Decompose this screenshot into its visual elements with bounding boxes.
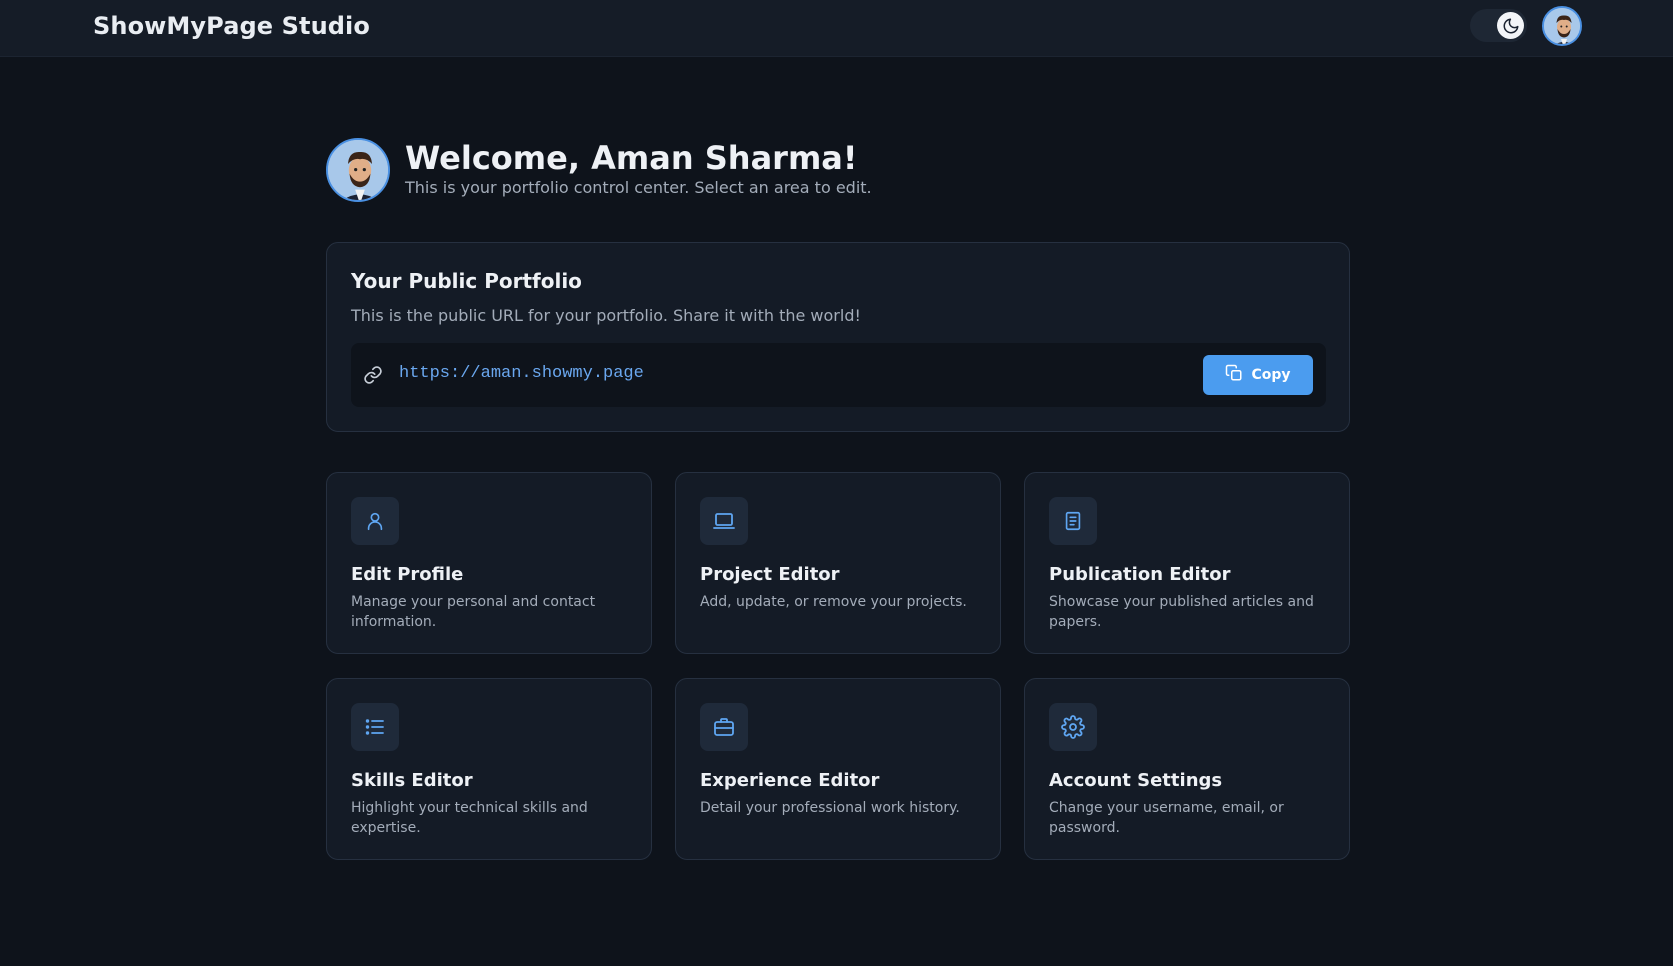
tile-description: Change your username, email, or password… [1049, 800, 1284, 836]
tile-description: Highlight your technical skills and expe… [351, 800, 588, 836]
copy-icon [1225, 364, 1243, 386]
public-portfolio-card: Your Public Portfolio This is the public… [326, 242, 1350, 432]
portfolio-description: This is the public URL for your portfoli… [351, 306, 861, 325]
tile-publication-editor[interactable]: Publication Editor Showcase your publish… [1024, 472, 1350, 654]
profile-avatar [326, 138, 390, 202]
user-avatar[interactable] [1542, 6, 1582, 46]
copy-button-label: Copy [1251, 367, 1291, 383]
brand-title[interactable]: ShowMyPage Studio [93, 12, 370, 40]
tile-description: Showcase your published articles and pap… [1049, 594, 1314, 630]
tile-title: Project Editor [700, 564, 840, 585]
tile-skills-editor[interactable]: Skills Editor Highlight your technical s… [326, 678, 652, 860]
tile-title: Experience Editor [700, 770, 880, 791]
tile-account-settings[interactable]: Account Settings Change your username, e… [1024, 678, 1350, 860]
laptop-icon [700, 497, 748, 545]
tile-title: Skills Editor [351, 770, 473, 791]
gear-icon [1049, 703, 1097, 751]
tile-experience-editor[interactable]: Experience Editor Detail your profession… [675, 678, 1001, 860]
tile-title: Account Settings [1049, 770, 1223, 791]
copy-url-button[interactable]: Copy [1203, 355, 1313, 395]
list-icon [351, 703, 399, 751]
welcome-subtitle: This is your portfolio control center. S… [405, 178, 872, 197]
tile-title: Publication Editor [1049, 564, 1231, 585]
link-icon [363, 365, 383, 385]
user-icon [351, 497, 399, 545]
top-navbar: ShowMyPage Studio [0, 0, 1673, 57]
tile-project-editor[interactable]: Project Editor Add, update, or remove yo… [675, 472, 1001, 654]
tile-description: Add, update, or remove your projects. [700, 594, 967, 610]
tile-description: Detail your professional work history. [700, 800, 960, 816]
document-icon [1049, 497, 1097, 545]
tile-description: Manage your personal and contact informa… [351, 594, 596, 630]
moon-icon [1497, 12, 1524, 39]
portfolio-url[interactable]: https://aman.showmy.page [399, 364, 644, 383]
briefcase-icon [700, 703, 748, 751]
tile-title: Edit Profile [351, 564, 464, 585]
welcome-title: Welcome, Aman Sharma! [405, 139, 858, 177]
theme-toggle[interactable] [1470, 9, 1527, 42]
portfolio-title: Your Public Portfolio [351, 269, 582, 293]
portfolio-url-box: https://aman.showmy.page Copy [351, 343, 1326, 407]
tile-edit-profile[interactable]: Edit Profile Manage your personal and co… [326, 472, 652, 654]
